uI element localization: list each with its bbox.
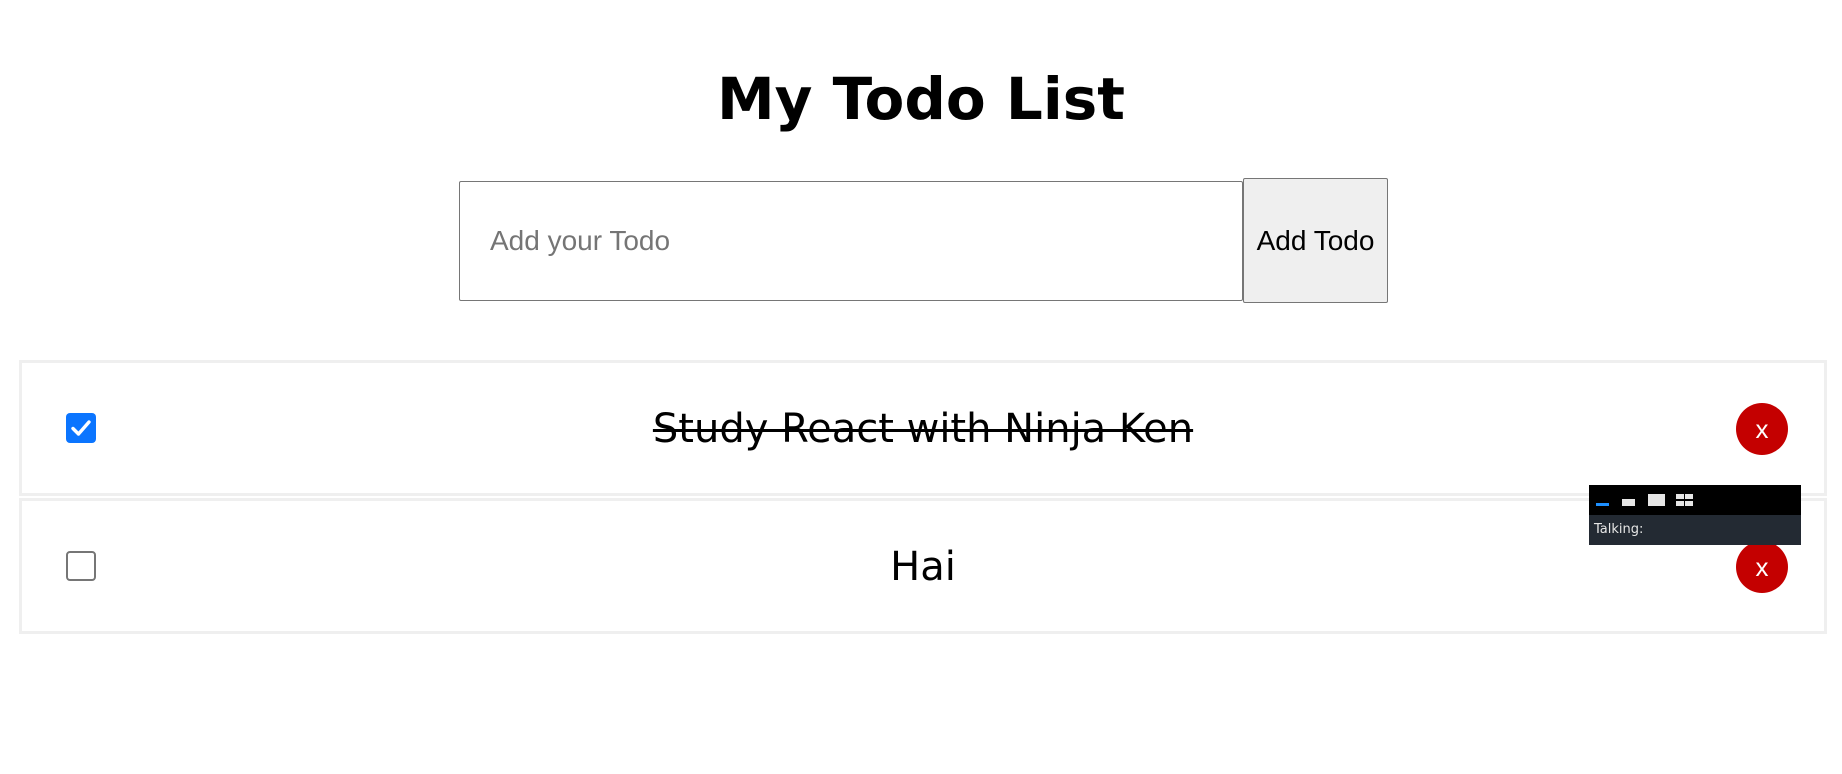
talking-overlay: Talking:: [1589, 485, 1801, 545]
add-todo-button[interactable]: Add Todo: [1243, 178, 1388, 303]
todo-text: Study React with Ninja Ken: [652, 406, 1194, 452]
delete-todo-button[interactable]: x: [1736, 541, 1788, 593]
large-window-icon[interactable]: [1648, 493, 1666, 507]
grid-window-icon[interactable]: [1676, 493, 1694, 507]
todo-text: Hai: [890, 544, 956, 590]
list-item: Study React with Ninja Ken x: [19, 360, 1827, 496]
list-item: Hai x: [19, 498, 1827, 634]
overlay-toolbar: [1589, 485, 1801, 515]
page: My Todo List Add Todo Study React with N…: [0, 0, 1842, 774]
delete-todo-button[interactable]: x: [1736, 403, 1788, 455]
overlay-status-label: Talking:: [1589, 515, 1801, 545]
minimize-icon[interactable]: [1596, 495, 1610, 507]
small-window-icon[interactable]: [1622, 495, 1636, 507]
page-title: My Todo List: [716, 65, 1126, 133]
todo-input[interactable]: [459, 181, 1243, 301]
